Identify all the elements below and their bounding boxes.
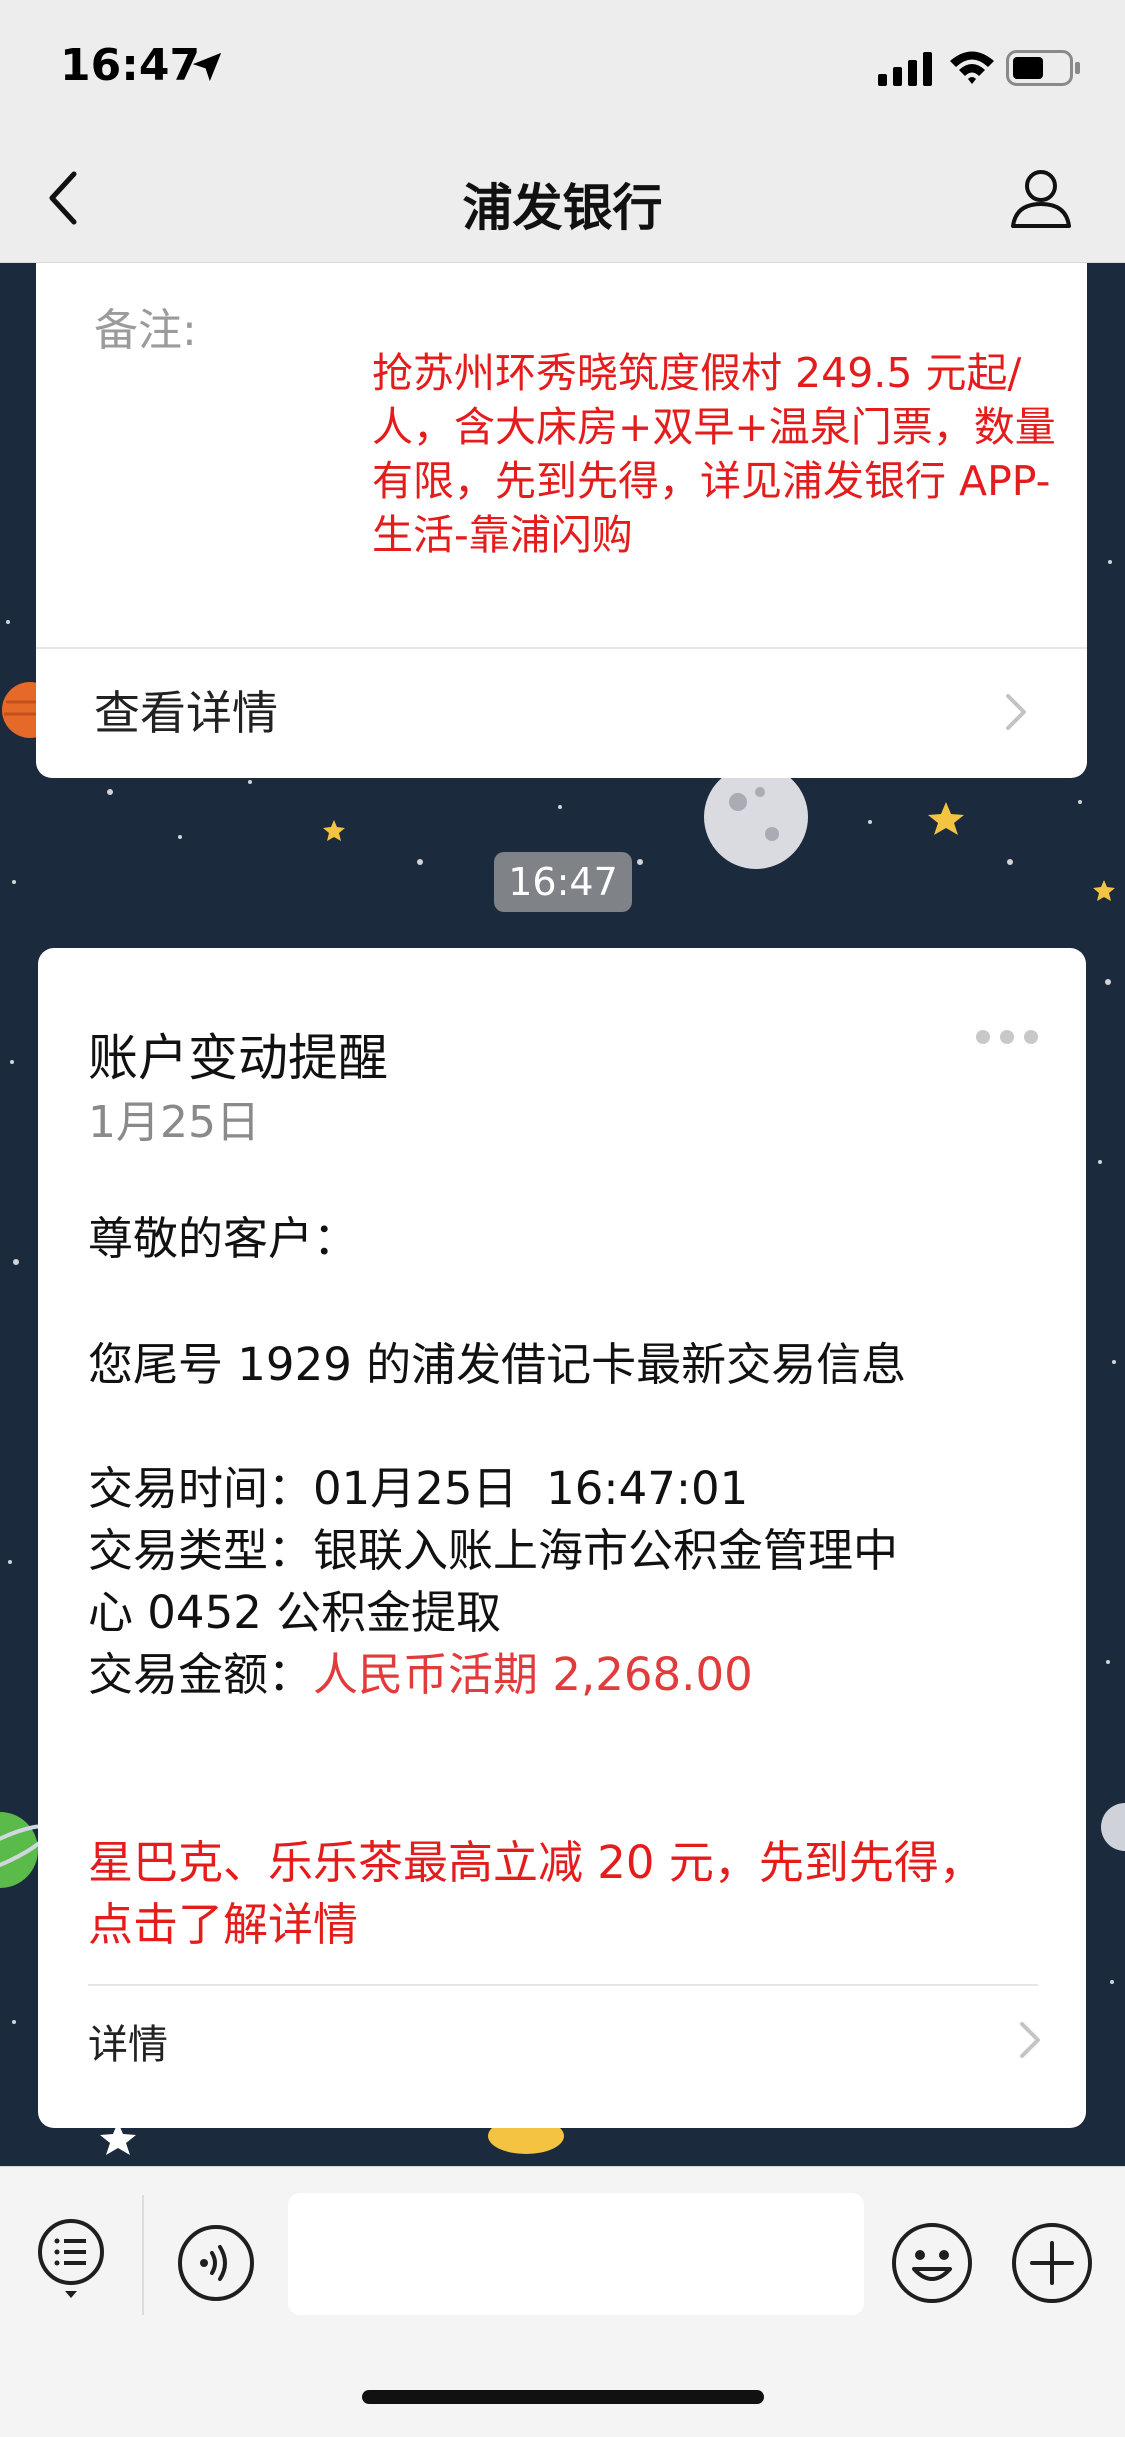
details-link[interactable]: 详情 [88,2012,168,2070]
transaction-time-row: 交易时间：01月25日 16:47:01 [88,1452,748,1517]
divider [88,1984,1038,1986]
transaction-amount-label: 交易金额： [88,1648,314,1701]
divider [36,647,1087,649]
profile-icon[interactable] [1008,164,1074,230]
transaction-amount-value: 人民币活期 2,268.00 [313,1648,753,1701]
card-date: 1月25日 [88,1097,260,1148]
transaction-time-value: 01月25日 16:47:01 [313,1462,749,1515]
greeting: 尊敬的客户： [88,1212,359,1265]
battery-icon [1006,50,1080,86]
message-card-account-alert[interactable]: 账户变动提醒 1月25日 尊敬的客户： 您尾号 1929 的浦发借记卡最新交易信… [38,948,1086,2128]
status-time: 16:47 [60,40,201,91]
transaction-type-label: 交易类型： [88,1524,314,1577]
remark-text: 抢苏州环秀晓筑度假村 249.5 元起/人，含大床房+双早+温泉门票，数量有限，… [372,349,1056,559]
more-icon[interactable] [974,1028,1040,1046]
emoji-icon[interactable] [890,2221,974,2305]
timestamp-badge: 16:47 [494,852,632,912]
transaction-type-row: 交易类型：银联入账上海市公积金管理中 [88,1514,898,1579]
remark-label: 备注: [94,305,197,356]
transaction-amount-row: 交易金额：人民币活期 2,268.00 [88,1638,753,1703]
transaction-time-label: 交易时间： [88,1462,314,1515]
menu-icon[interactable] [36,2217,106,2303]
plus-icon[interactable] [1010,2221,1094,2305]
view-details-link[interactable]: 查看详情 [94,677,278,743]
chevron-right-icon [1020,2022,1040,2058]
separator [142,2195,144,2315]
message-card-promo[interactable]: 备注: 抢苏州环秀晓筑度假村 249.5 元起/人，含大床房+双早+温泉门票，数… [36,262,1087,778]
transaction-type-value-line1: 银联入账上海市公积金管理中 [313,1524,899,1577]
voice-icon[interactable] [176,2223,256,2303]
location-arrow-icon [192,52,222,82]
message-input[interactable] [288,2193,864,2315]
page-title: 浦发银行 [462,179,663,237]
card-title: 账户变动提醒 [88,1029,388,1087]
signal-icon [878,52,932,86]
home-indicator [362,2390,764,2404]
wifi-icon [950,51,994,84]
transaction-intro: 您尾号 1929 的浦发借记卡最新交易信息 [88,1338,907,1391]
transaction-type-value-line2: 心 0452 公积金提取 [88,1586,502,1639]
promo-text[interactable]: 星巴克、乐乐茶最高立减 20 元，先到先得，点击了解详情 [88,1832,988,1956]
top-bar: 16:47 浦发银行 [0,0,1125,263]
chevron-right-icon [1006,694,1026,730]
